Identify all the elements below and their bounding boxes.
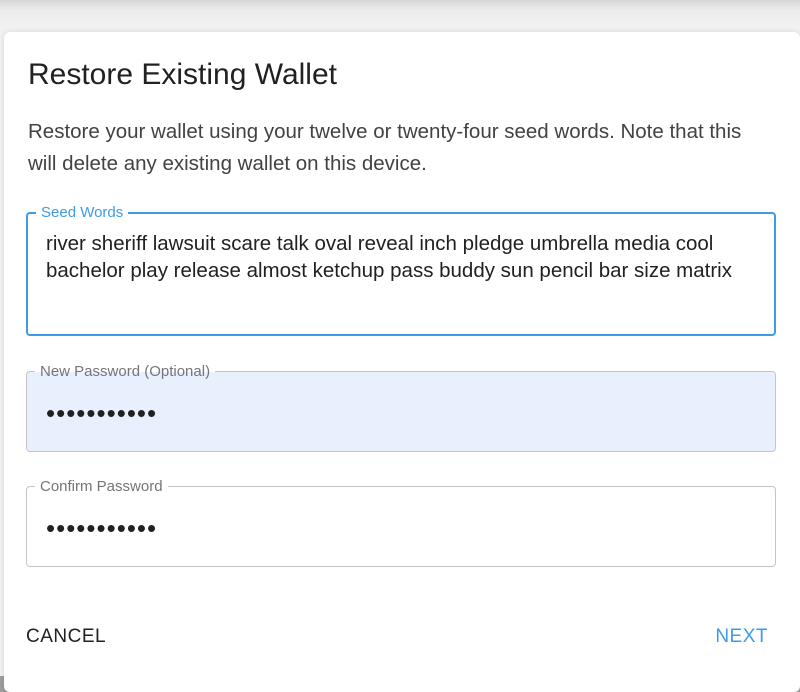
seed-words-field[interactable]: Seed Words river sheriff lawsuit scare t…: [26, 204, 776, 336]
restore-wallet-dialog: Restore Existing Wallet Restore your wal…: [4, 32, 800, 692]
new-password-input[interactable]: [46, 393, 746, 433]
next-button[interactable]: NEXT: [715, 626, 768, 648]
dialog-description: Restore your wallet using your twelve or…: [28, 120, 742, 175]
new-password-field[interactable]: New Password (Optional): [26, 363, 776, 452]
seed-words-label: Seed Words: [41, 204, 124, 221]
confirm-password-label: Confirm Password: [40, 478, 163, 495]
confirm-password-field[interactable]: Confirm Password: [26, 478, 776, 567]
confirm-password-input[interactable]: [46, 508, 746, 548]
seed-words-input[interactable]: river sheriff lawsuit scare talk oval re…: [46, 230, 761, 326]
dialog-title: Restore Existing Wallet: [28, 58, 337, 91]
cancel-button[interactable]: CANCEL: [26, 626, 106, 648]
